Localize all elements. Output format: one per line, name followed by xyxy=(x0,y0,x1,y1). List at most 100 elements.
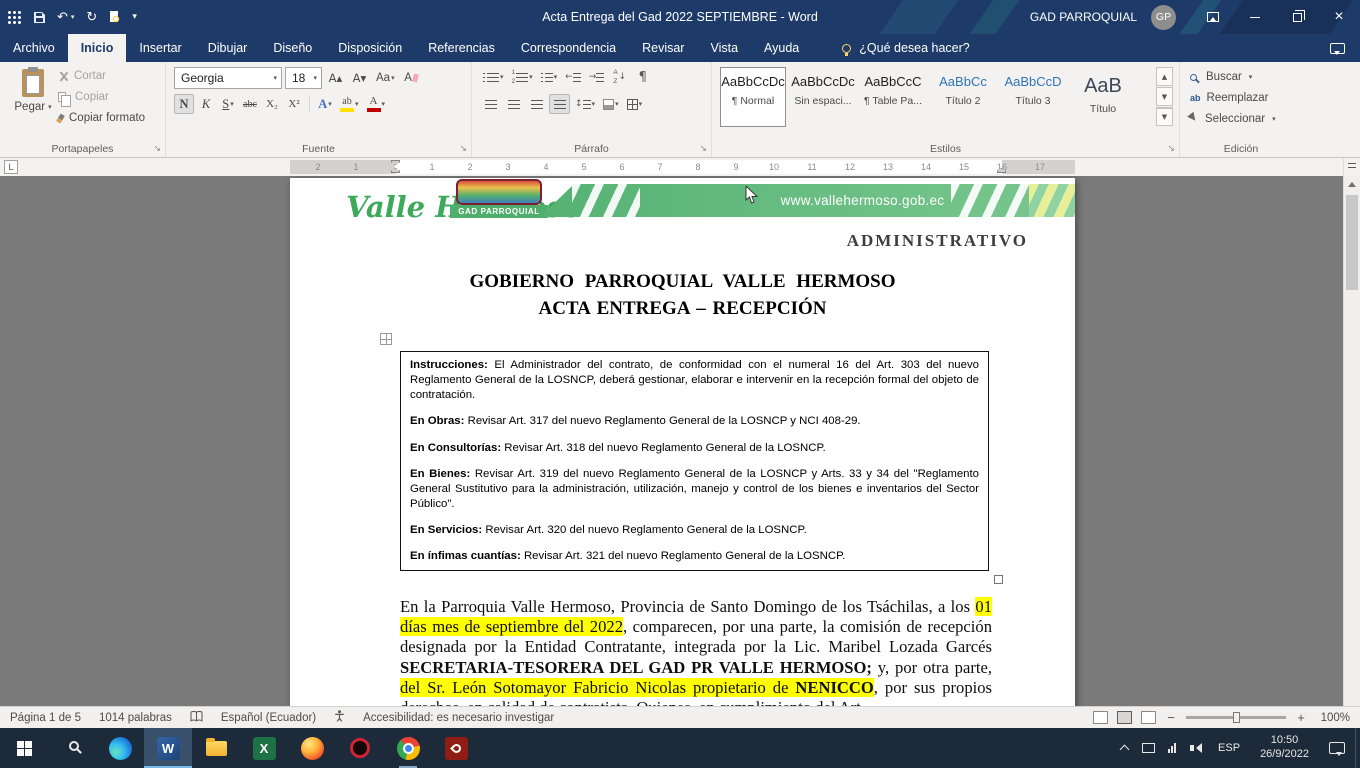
clipboard-dialog-launcher[interactable]: ↘ xyxy=(153,145,161,154)
taskbar-edge[interactable] xyxy=(96,728,144,768)
document-page[interactable]: Valle Hermoso GAD PARROQUIAL www.vallehe… xyxy=(290,178,1075,706)
tell-me-search[interactable]: ¿Qué desea hacer? xyxy=(842,34,970,62)
tab-archivo[interactable]: Archivo xyxy=(0,34,68,62)
taskbar-explorer[interactable] xyxy=(192,728,240,768)
paragraph-dialog-launcher[interactable]: ↘ xyxy=(699,145,707,154)
grow-font-button[interactable]: A▴ xyxy=(325,68,346,89)
styles-scroll-down-button[interactable]: ▼ xyxy=(1156,87,1173,106)
start-button[interactable] xyxy=(0,728,48,768)
word-count[interactable]: 1014 palabras xyxy=(99,712,172,724)
styles-more-button[interactable]: ▼ xyxy=(1156,107,1173,126)
taskbar-excel[interactable]: X xyxy=(240,728,288,768)
shrink-font-button[interactable]: A▾ xyxy=(349,68,370,89)
taskbar-opera[interactable] xyxy=(336,728,384,768)
font-name-select[interactable]: Georgia▾ xyxy=(174,67,282,89)
format-painter-button[interactable]: Copiar formato xyxy=(58,112,145,124)
comments-button[interactable] xyxy=(1330,34,1345,62)
font-size-select[interactable]: 18▾ xyxy=(285,67,322,89)
tray-expand-button[interactable] xyxy=(1112,743,1136,753)
qat-customize-button[interactable]: ▾ xyxy=(132,13,137,22)
read-mode-button[interactable] xyxy=(1093,711,1108,724)
align-right-button[interactable] xyxy=(526,94,547,114)
table-move-handle[interactable] xyxy=(380,333,392,345)
align-left-button[interactable] xyxy=(480,94,501,114)
web-layout-button[interactable] xyxy=(1141,711,1156,724)
replace-button[interactable]: ab Reemplazar xyxy=(1190,92,1269,104)
ribbon-display-options-button[interactable] xyxy=(1192,0,1234,34)
text-effects-button[interactable]: A▾ xyxy=(315,94,335,114)
action-center-button[interactable] xyxy=(1319,742,1355,754)
cut-button[interactable]: Cortar xyxy=(58,70,106,82)
multilevel-list-button[interactable]: ▾ xyxy=(538,67,561,87)
copy-button[interactable]: Copiar xyxy=(58,91,109,103)
horizontal-ruler[interactable]: L 211234567891011121314151617 xyxy=(0,158,1360,176)
zoom-in-button[interactable]: + xyxy=(1295,710,1307,725)
network-tray-icon[interactable] xyxy=(1160,743,1184,753)
undo-button[interactable]: ↶▾ xyxy=(57,11,74,24)
redo-button[interactable]: ↻ xyxy=(86,11,97,24)
taskbar-chrome[interactable] xyxy=(384,728,432,768)
language-indicator[interactable]: Español (Ecuador) xyxy=(221,712,316,724)
subscript-button[interactable]: X₂ xyxy=(262,94,282,114)
minimize-button[interactable] xyxy=(1234,0,1276,34)
print-layout-button[interactable] xyxy=(1117,711,1132,724)
tab-ayuda[interactable]: Ayuda xyxy=(751,34,812,62)
align-center-button[interactable] xyxy=(503,94,524,114)
display-tray-icon[interactable] xyxy=(1136,743,1160,753)
sort-button[interactable]: AZ↓ xyxy=(609,67,630,87)
select-button[interactable]: Seleccionar ▾ xyxy=(1190,113,1276,125)
change-case-button[interactable]: Aa▾ xyxy=(373,68,398,89)
tab-diseno[interactable]: Diseño xyxy=(260,34,325,62)
account-name[interactable]: GAD PARROQUIAL xyxy=(1030,10,1137,24)
tab-vista[interactable]: Vista xyxy=(697,34,751,62)
shading-button[interactable]: ▾ xyxy=(600,94,622,114)
bullets-button[interactable]: ▾ xyxy=(480,67,507,87)
print-preview-button[interactable] xyxy=(109,11,120,23)
vertical-scrollbar[interactable] xyxy=(1343,176,1360,706)
taskbar-firefox[interactable] xyxy=(288,728,336,768)
tab-referencias[interactable]: Referencias xyxy=(415,34,508,62)
table-resize-handle[interactable] xyxy=(994,575,1003,584)
style-normal[interactable]: AaBbCcDc ¶ Normal xyxy=(720,67,786,127)
zoom-level[interactable]: 100% xyxy=(1316,712,1350,724)
ruler-toggle[interactable] xyxy=(1343,158,1360,176)
justify-button[interactable] xyxy=(549,94,570,114)
tab-inicio[interactable]: Inicio xyxy=(68,34,127,62)
scrollbar-thumb[interactable] xyxy=(1346,195,1358,290)
strikethrough-button[interactable]: abc xyxy=(240,94,260,114)
taskbar-acrobat[interactable] xyxy=(432,728,480,768)
bold-button[interactable]: N xyxy=(174,94,194,114)
tab-stop-selector[interactable]: L xyxy=(4,160,18,174)
page-indicator[interactable]: Página 1 de 5 xyxy=(10,712,81,724)
numbering-button[interactable]: 12▾ xyxy=(509,67,536,87)
tab-revisar[interactable]: Revisar xyxy=(629,34,697,62)
font-dialog-launcher[interactable]: ↘ xyxy=(459,145,467,154)
decrease-indent-button[interactable]: ← xyxy=(562,67,584,87)
avatar[interactable]: GP xyxy=(1151,5,1176,30)
zoom-slider-thumb[interactable] xyxy=(1233,712,1240,723)
close-button[interactable]: × xyxy=(1318,0,1360,34)
taskbar-word[interactable]: W xyxy=(144,728,192,768)
save-button[interactable] xyxy=(34,12,45,23)
italic-button[interactable]: K xyxy=(196,94,216,114)
instructions-table[interactable]: Instrucciones: El Administrador del cont… xyxy=(400,351,989,571)
find-button[interactable]: Buscar ▾ xyxy=(1190,71,1252,83)
tab-correspondencia[interactable]: Correspondencia xyxy=(508,34,629,62)
zoom-out-button[interactable]: − xyxy=(1165,710,1177,725)
styles-dialog-launcher[interactable]: ↘ xyxy=(1167,145,1175,154)
style-sin-espaciado[interactable]: AaBbCcDc Sin espaci... xyxy=(790,67,856,127)
show-paragraph-marks-button[interactable]: ¶ xyxy=(632,67,653,87)
highlight-button[interactable]: ab ▾ xyxy=(337,94,362,114)
increase-indent-button[interactable]: → xyxy=(586,67,608,87)
style-titulo-3[interactable]: AaBbCcD Título 3 xyxy=(1000,67,1066,127)
accessibility-status[interactable]: Accesibilidad: es necesario investigar xyxy=(363,712,554,724)
style-titulo-2[interactable]: AaBbCc Título 2 xyxy=(930,67,996,127)
borders-button[interactable]: ▾ xyxy=(624,94,646,114)
underline-button[interactable]: S▾ xyxy=(218,94,238,114)
taskbar-search-button[interactable] xyxy=(48,728,96,768)
tab-insertar[interactable]: Insertar xyxy=(126,34,194,62)
style-titulo[interactable]: AaB Título xyxy=(1070,67,1136,127)
scroll-up-button[interactable] xyxy=(1344,176,1360,193)
restore-button[interactable] xyxy=(1276,0,1318,34)
keyboard-language[interactable]: ESP xyxy=(1208,742,1250,754)
